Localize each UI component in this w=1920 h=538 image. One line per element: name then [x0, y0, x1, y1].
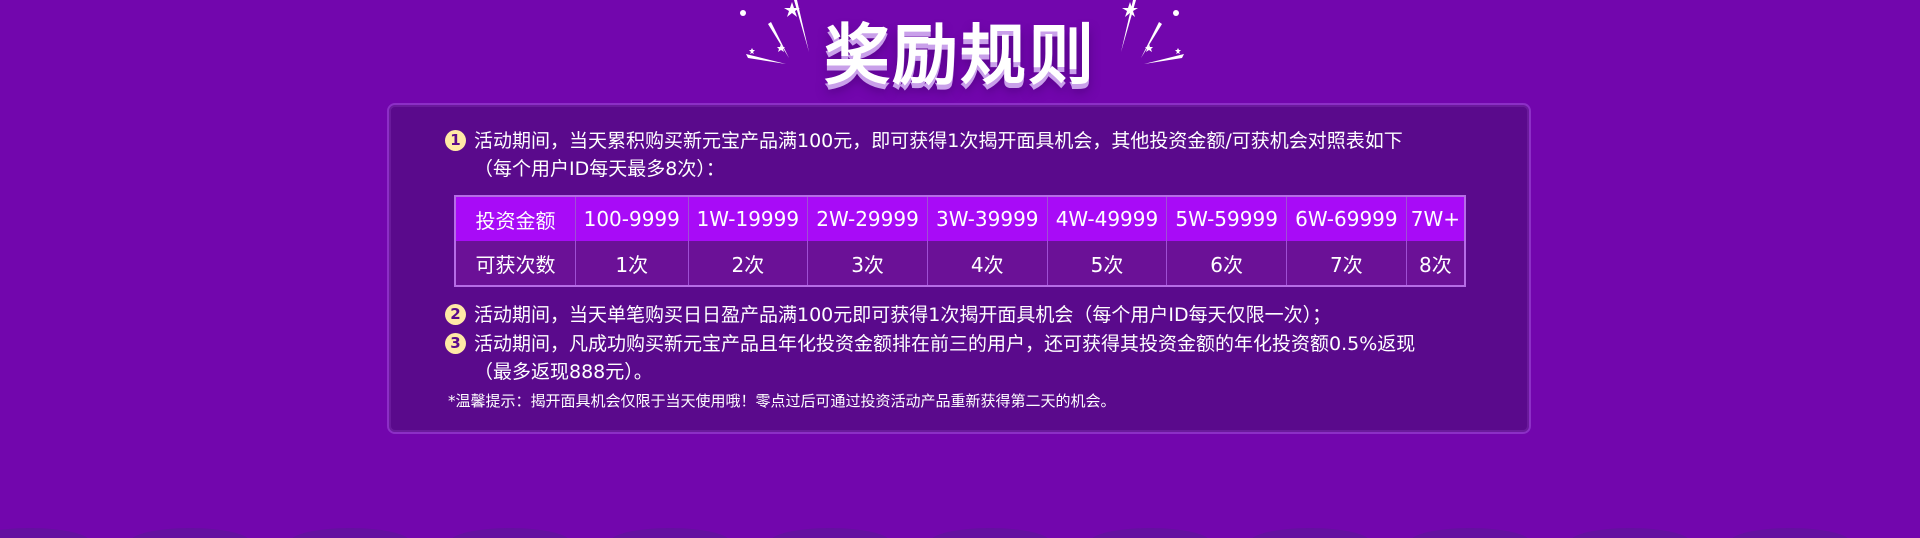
rule-text: 活动期间，凡成功购买新元宝产品且年化投资金额排在前三的用户，还可获得其投资金额的… [474, 333, 1416, 355]
rules-panel: 1 活动期间，当天累积购买新元宝产品满100元，即可获得1次揭开面具机会，其他投… [387, 103, 1531, 434]
rule-item-1: 1 活动期间，当天累积购买新元宝产品满100元，即可获得1次揭开面具机会，其他投… [445, 127, 1505, 183]
page-title: 奖励规则 [824, 17, 1096, 94]
row-header-count: 可获次数 [455, 241, 576, 286]
rule-text-continued: （最多返现888元）。 [474, 361, 653, 383]
amount-cell: 6W-69999 [1286, 196, 1407, 241]
table-row: 投资金额 100-9999 1W-19999 2W-29999 3W-39999… [455, 196, 1466, 241]
header: 奖励规则 [0, 0, 1920, 100]
count-cell: 8次 [1406, 241, 1466, 286]
amount-cell: 3W-39999 [927, 196, 1048, 241]
rule-item-3: 3 活动期间，凡成功购买新元宝产品且年化投资金额排在前三的用户，还可获得其投资金… [445, 330, 1505, 386]
firework-right-icon [1121, 0, 1184, 64]
amount-cell: 7W+ [1406, 196, 1466, 241]
count-cell: 2次 [688, 241, 809, 286]
count-cell: 5次 [1047, 241, 1168, 286]
rule-text-continued: （每个用户ID每天最多8次）： [474, 158, 725, 180]
rule-number-badge: 3 [445, 333, 466, 354]
amount-cell: 100-9999 [575, 196, 689, 241]
warm-tip: *温馨提示：揭开面具机会仅限于当天使用哦！零点过后可通过投资活动产品重新获得第二… [448, 392, 1116, 410]
table-row: 可获次数 1次 2次 3次 4次 5次 6次 7次 8次 [455, 241, 1466, 286]
count-cell: 6次 [1166, 241, 1288, 286]
rule-number-badge: 2 [445, 304, 466, 325]
row-header-amount: 投资金额 [455, 196, 576, 241]
count-cell: 3次 [807, 241, 928, 286]
reward-table: 投资金额 100-9999 1W-19999 2W-29999 3W-39999… [454, 195, 1466, 287]
amount-cell: 4W-49999 [1047, 196, 1168, 241]
amount-cell: 5W-59999 [1166, 196, 1288, 241]
count-cell: 1次 [575, 241, 689, 286]
rule-item-2: 2 活动期间，当天单笔购买日日盈产品满100元即可获得1次揭开面具机会（每个用户… [445, 301, 1505, 329]
rule-text: 活动期间，当天单笔购买日日盈产品满100元即可获得1次揭开面具机会（每个用户ID… [474, 304, 1332, 326]
amount-cell: 1W-19999 [688, 196, 809, 241]
bottom-cloud-decoration [0, 528, 1848, 538]
rule-number-badge: 1 [445, 130, 466, 151]
amount-cell: 2W-29999 [807, 196, 928, 241]
count-cell: 4次 [927, 241, 1048, 286]
count-cell: 7次 [1286, 241, 1407, 286]
rule-text: 活动期间，当天累积购买新元宝产品满100元，即可获得1次揭开面具机会，其他投资金… [474, 130, 1403, 152]
